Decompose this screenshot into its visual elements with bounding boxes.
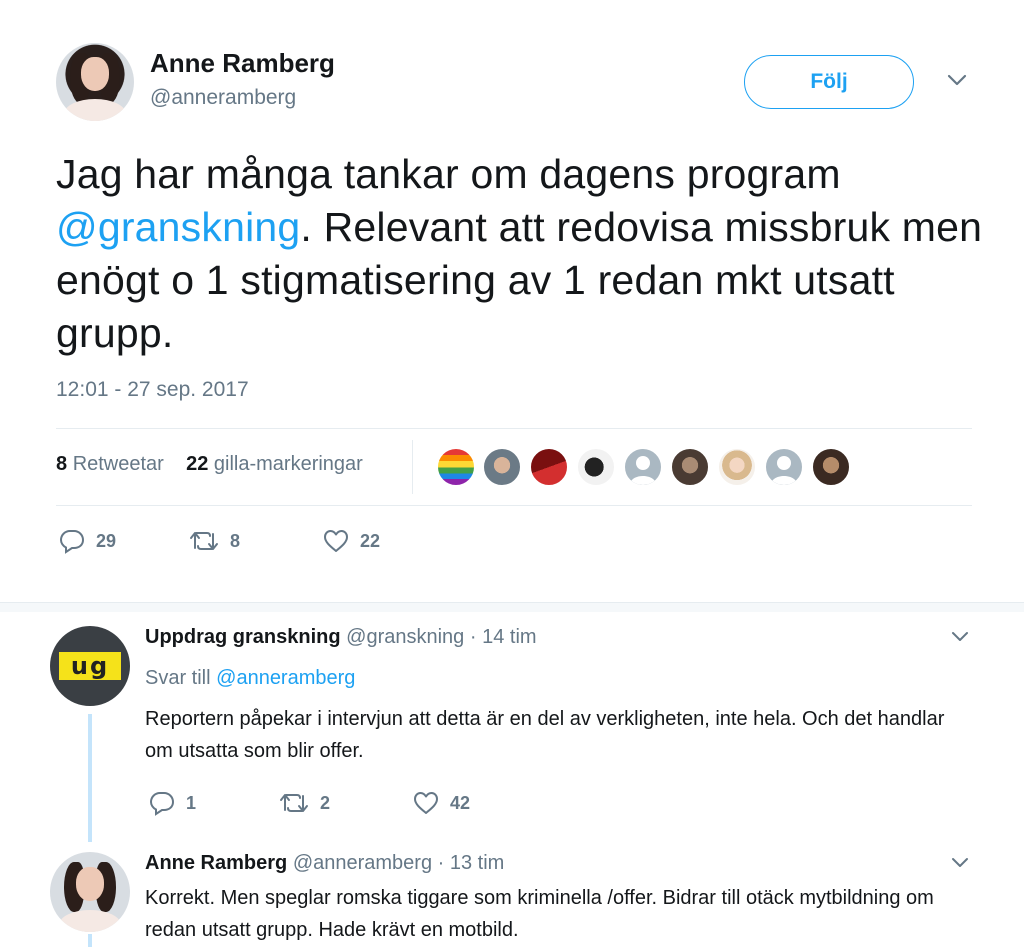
liker-avatar[interactable] [811, 447, 851, 487]
reply-icon [59, 530, 85, 554]
reply-avatar[interactable]: ug [50, 626, 130, 706]
divider [412, 440, 413, 494]
mention-link[interactable]: @granskning [56, 204, 300, 250]
reply-to: Svar till @anneramberg [145, 667, 355, 690]
liker-avatar[interactable] [623, 447, 663, 487]
reply-avatar[interactable] [50, 852, 130, 932]
chevron-down-icon[interactable] [946, 72, 968, 93]
reply-author-name[interactable]: Uppdrag granskning [145, 626, 341, 648]
tweet-text-part1: Jag har många tankar om dagens program [56, 151, 841, 197]
author-name[interactable]: Anne Ramberg [150, 48, 335, 79]
divider [56, 428, 972, 429]
follow-button[interactable]: Följ [744, 55, 914, 109]
liker-avatar[interactable] [764, 447, 804, 487]
retweet-button[interactable]: 2 [278, 790, 330, 816]
section-separator [0, 602, 1024, 612]
liker-avatar[interactable] [436, 447, 476, 487]
ug-logo: ug [59, 652, 121, 680]
reply-author-handle[interactable]: @granskning [346, 626, 464, 648]
retweet-button[interactable]: 8 [188, 528, 240, 554]
liker-avatar[interactable] [529, 447, 569, 487]
retweet-count: 2 [320, 792, 331, 813]
author-handle[interactable]: @anneramberg [150, 86, 296, 110]
tweet-text: Jag har många tankar om dagens program @… [56, 148, 986, 360]
thread-line [88, 934, 92, 947]
liker-avatar[interactable] [717, 447, 757, 487]
author-avatar[interactable] [56, 43, 134, 121]
reply-time[interactable]: 13 tim [450, 852, 504, 874]
reply-author-name[interactable]: Anne Ramberg [145, 852, 287, 874]
reply-author-handle[interactable]: @anneramberg [293, 852, 432, 874]
reply-header: Uppdrag granskning @granskning · 14 tim [145, 626, 537, 648]
retweet-icon [280, 794, 308, 812]
retweet-count: 8 [230, 530, 241, 551]
heart-icon [324, 530, 348, 552]
reply-count: 29 [96, 530, 117, 551]
reply-text: Reportern påpekar i intervjun att detta … [145, 708, 945, 762]
like-button[interactable]: 42 [412, 790, 470, 816]
like-button[interactable]: 22 [322, 528, 380, 554]
reply-to-mention[interactable]: @anneramberg [216, 667, 355, 689]
reply-header: Anne Ramberg @anneramberg · 13 tim [145, 852, 505, 874]
reply-to-label: Svar till [145, 667, 211, 689]
like-count: 22 [360, 530, 381, 551]
likes-stat[interactable]: 22 gilla-markeringar [186, 453, 363, 475]
reply-button[interactable]: 1 [148, 790, 196, 816]
reply-count: 1 [186, 792, 197, 813]
like-count: 42 [450, 792, 471, 813]
heart-icon [414, 792, 438, 814]
tweet-timestamp[interactable]: 12:01 - 27 sep. 2017 [56, 378, 249, 402]
thread-line [88, 714, 92, 842]
reply-time[interactable]: 14 tim [482, 626, 536, 648]
liker-avatar[interactable] [482, 447, 522, 487]
reply-icon [149, 792, 175, 816]
tweet-stats: 8 Retweetar 22 gilla-markeringar [56, 453, 363, 476]
retweets-stat[interactable]: 8 Retweetar [56, 453, 164, 475]
chevron-down-icon[interactable] [950, 856, 970, 875]
reply-text: Korrekt. Men speglar romska tiggare som … [145, 887, 934, 941]
reply-button[interactable]: 29 [58, 528, 116, 554]
retweet-icon [190, 532, 218, 550]
divider [56, 505, 972, 506]
liker-avatar[interactable] [670, 447, 710, 487]
liker-avatar[interactable] [576, 447, 616, 487]
chevron-down-icon[interactable] [950, 630, 970, 649]
